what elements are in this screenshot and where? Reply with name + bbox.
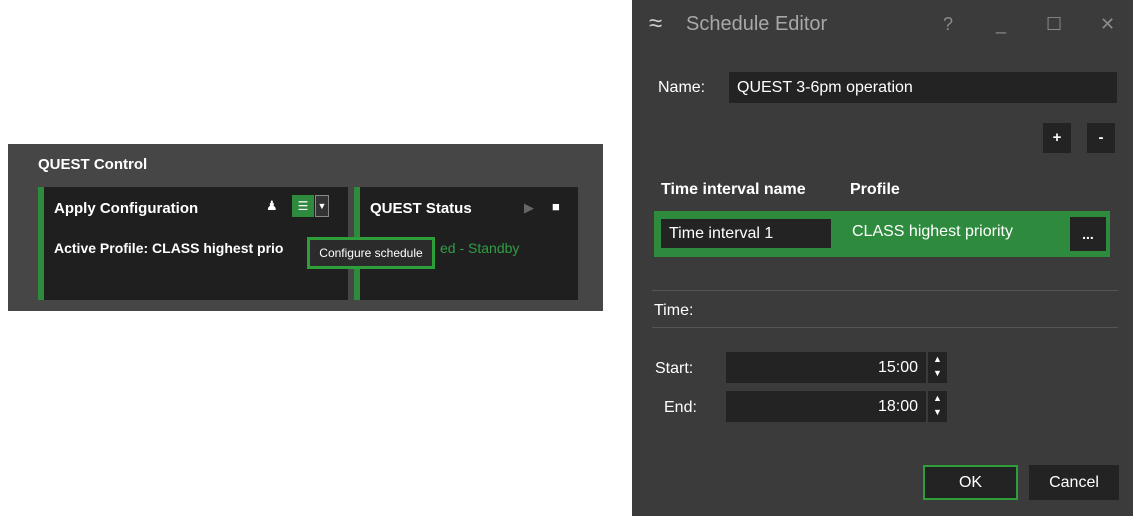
browse-profile-button[interactable]: ... (1070, 217, 1106, 251)
window-title: Schedule Editor (686, 13, 828, 35)
apply-configuration-title: Apply Configuration (54, 200, 199, 217)
schedule-icon: ☰ (297, 199, 309, 213)
divider (652, 327, 1118, 328)
chevron-down-icon[interactable]: ▼ (928, 366, 947, 380)
start-label: Start: (655, 360, 694, 377)
active-profile-text: Active Profile: CLASS highest prio (54, 240, 284, 256)
play-icon[interactable]: ▶ (524, 200, 534, 216)
ok-button[interactable]: OK (923, 465, 1018, 500)
stop-icon[interactable]: ■ (552, 199, 560, 214)
time-label: Time: (654, 302, 694, 319)
tower-icon: ≈ (649, 10, 663, 37)
configure-schedule-tooltip: Configure schedule (307, 237, 435, 269)
cancel-button[interactable]: Cancel (1029, 465, 1119, 500)
quest-status-title: QUEST Status (370, 200, 472, 217)
title-bar[interactable]: ≈ Schedule Editor ? _ ☐ ✕ (632, 0, 1133, 55)
quest-control-panel: QUEST Control Apply Configuration ♟ ☰ ▼ … (8, 144, 603, 311)
column-header-interval-name: Time interval name (661, 181, 806, 198)
end-time-input[interactable]: 18:00 (726, 391, 926, 422)
start-time-spinner[interactable]: ▲ ▼ (928, 352, 947, 383)
chevron-down-icon[interactable]: ▼ (928, 405, 947, 419)
name-label: Name: (658, 79, 706, 96)
panel-title: QUEST Control (38, 156, 148, 173)
chevron-down-icon: ▼ (317, 201, 327, 211)
chevron-up-icon[interactable]: ▲ (928, 352, 947, 366)
help-button[interactable]: ? (943, 14, 953, 35)
chevron-up-icon[interactable]: ▲ (928, 391, 947, 405)
interval-name-input[interactable]: Time interval 1 (661, 219, 831, 248)
start-time-input[interactable]: 15:00 (726, 352, 926, 383)
minimize-button[interactable]: _ (996, 14, 1006, 35)
end-time-spinner[interactable]: ▲ ▼ (928, 391, 947, 422)
schedule-editor-dialog: ≈ Schedule Editor ? _ ☐ ✕ Name: QUEST 3-… (632, 0, 1133, 516)
interval-profile[interactable]: CLASS highest priority (852, 223, 1013, 241)
column-header-profile: Profile (850, 181, 900, 198)
apply-configuration-card: Apply Configuration ♟ ☰ ▼ Active Profile… (38, 187, 348, 300)
name-input[interactable]: QUEST 3-6pm operation (729, 72, 1117, 103)
close-button[interactable]: ✕ (1100, 14, 1115, 35)
status-text: ed - Standby (440, 240, 520, 256)
remove-interval-button[interactable]: - (1087, 123, 1115, 153)
add-interval-button[interactable]: + (1043, 123, 1071, 153)
end-label: End: (664, 399, 697, 416)
interval-row[interactable]: Time interval 1 CLASS highest priority .… (654, 211, 1110, 257)
user-icon[interactable]: ♟ (266, 198, 278, 214)
maximize-button[interactable]: ☐ (1046, 14, 1062, 35)
divider (652, 290, 1118, 291)
configure-schedule-button[interactable]: ☰ (292, 195, 314, 217)
dropdown-button[interactable]: ▼ (315, 195, 329, 217)
